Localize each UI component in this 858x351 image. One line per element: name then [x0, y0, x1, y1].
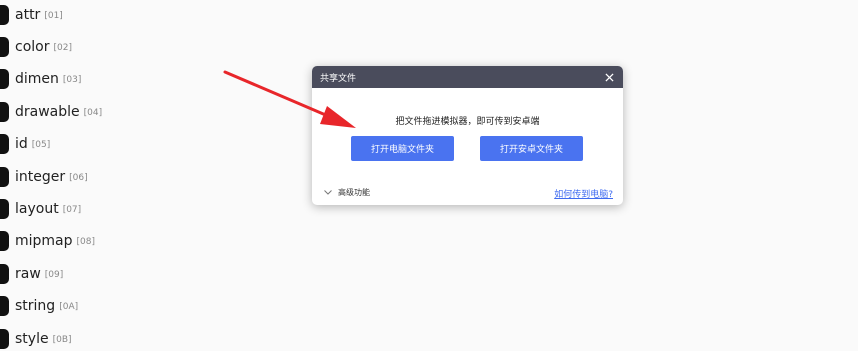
folder-name: id [15, 136, 28, 152]
close-icon [604, 72, 614, 82]
advanced-features-label: 高级功能 [338, 188, 370, 197]
folder-item-color[interactable]: color [02] [0, 35, 72, 59]
open-pc-folder-button[interactable]: 打开电脑文件夹 [351, 136, 454, 161]
folder-icon [0, 37, 9, 57]
folder-item-drawable[interactable]: drawable [04] [0, 100, 102, 124]
folder-name: string [15, 298, 56, 314]
folder-code: [01] [44, 11, 63, 21]
chevron-down-icon [324, 190, 332, 195]
share-files-dialog: 共享文件 把文件拖进模拟器，即可传到安卓端 打开电脑文件夹 打开安卓文件夹 高级… [312, 66, 623, 205]
dialog-title: 共享文件 [320, 73, 357, 84]
folder-item-dimen[interactable]: dimen [03] [0, 67, 81, 91]
folder-item-layout[interactable]: layout [07] [0, 197, 81, 221]
folder-code: [09] [44, 270, 64, 280]
folder-item-style[interactable]: style [0B] [0, 327, 72, 351]
folder-code: [03] [62, 75, 82, 85]
folder-item-raw[interactable]: raw [09] [0, 262, 63, 286]
folder-name: attr [15, 7, 41, 23]
folder-icon [0, 5, 9, 25]
folder-name: layout [15, 201, 59, 217]
folder-name: integer [15, 169, 66, 185]
folder-icon [0, 134, 9, 154]
folder-icon [0, 296, 9, 316]
folder-icon [0, 329, 9, 349]
folder-icon [0, 231, 9, 251]
folder-icon [0, 69, 9, 89]
folder-code: [0B] [52, 335, 72, 345]
folder-code: [05] [31, 140, 51, 150]
folder-item-id[interactable]: id [05] [0, 132, 50, 156]
folder-icon [0, 199, 9, 219]
folder-name: style [15, 331, 49, 347]
folder-name: dimen [15, 71, 59, 87]
folder-item-string[interactable]: string [0A] [0, 294, 78, 318]
dialog-title-bar[interactable]: 共享文件 [312, 66, 623, 88]
folder-item-integer[interactable]: integer [06] [0, 165, 88, 189]
folder-item-attr[interactable]: attr [01] [0, 3, 63, 27]
open-android-folder-button[interactable]: 打开安卓文件夹 [480, 136, 583, 161]
folder-code: [07] [62, 205, 82, 215]
folder-icon [0, 102, 9, 122]
folder-icon [0, 264, 9, 284]
drag-hint-message: 把文件拖进模拟器，即可传到安卓端 [395, 117, 540, 127]
folder-code: [04] [83, 108, 103, 118]
folder-name: raw [15, 266, 41, 282]
advanced-features-toggle[interactable]: 高级功能 [324, 187, 370, 198]
folder-icon [0, 167, 9, 187]
folder-name: color [15, 39, 50, 55]
how-to-transfer-link[interactable]: 如何传到电脑? [554, 187, 613, 200]
folder-code: [0A] [59, 302, 79, 312]
folder-item-mipmap[interactable]: mipmap [08] [0, 229, 95, 253]
folder-code: [06] [69, 173, 88, 183]
folder-name: drawable [15, 104, 80, 120]
folder-code: [02] [53, 43, 72, 53]
folder-name: mipmap [15, 233, 73, 249]
close-button[interactable] [601, 69, 617, 85]
folder-code: [08] [76, 237, 96, 247]
